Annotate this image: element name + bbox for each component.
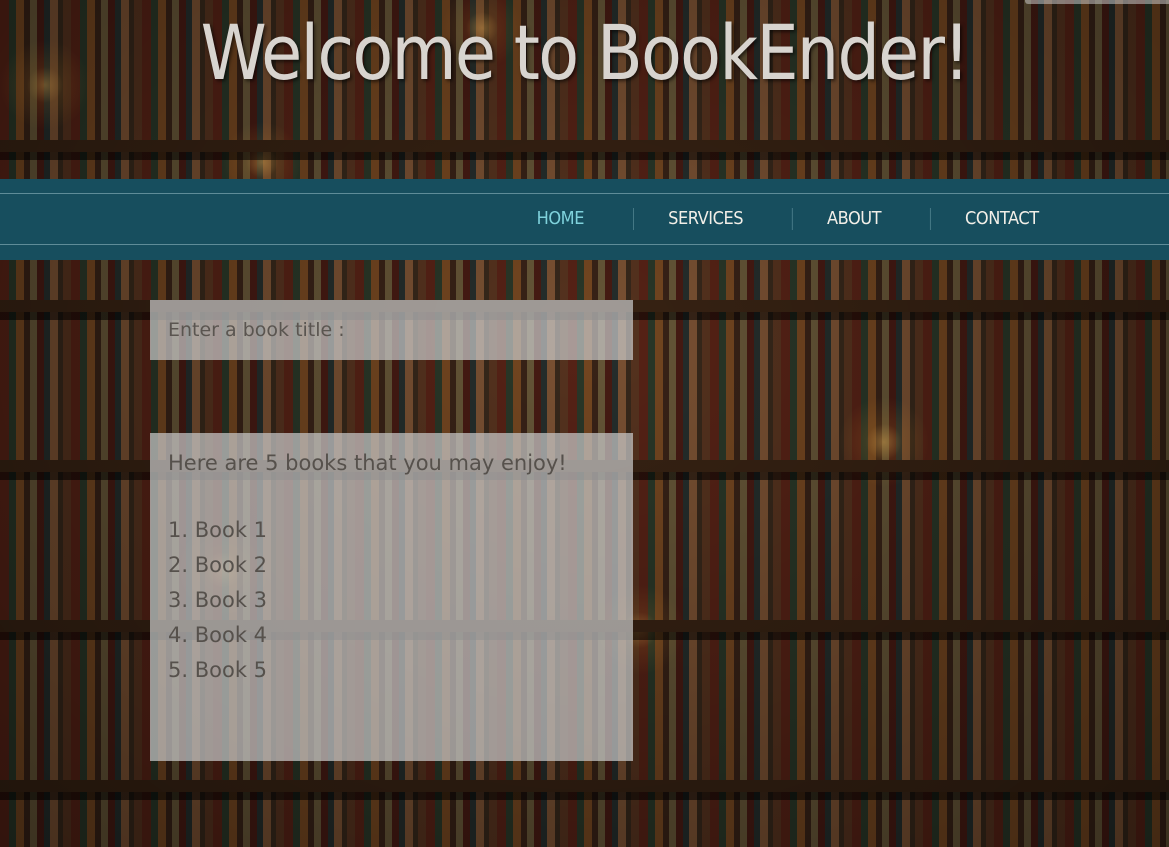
main-nav-list: HOME SERVICES ABOUT CONTACT xyxy=(496,194,1081,244)
recommendations-panel: Here are 5 books that you may enjoy! 1. … xyxy=(150,433,633,761)
nav-item-home[interactable]: HOME xyxy=(502,208,618,230)
nav-item-services[interactable]: SERVICES xyxy=(632,208,777,230)
book-list-item: 4. Book 4 xyxy=(168,623,268,647)
main-nav-inner: HOME SERVICES ABOUT CONTACT xyxy=(0,193,1169,245)
search-panel xyxy=(150,300,633,360)
recommendations-heading: Here are 5 books that you may enjoy! xyxy=(168,451,567,475)
book-list-item: 3. Book 3 xyxy=(168,588,268,612)
main-nav-bar: HOME SERVICES ABOUT CONTACT xyxy=(0,179,1169,260)
book-list-item: 2. Book 2 xyxy=(168,553,268,577)
nav-item-about[interactable]: ABOUT xyxy=(791,208,915,230)
book-list-item: 1. Book 1 xyxy=(168,518,268,542)
book-list-item: 5. Book 5 xyxy=(168,658,268,682)
book-title-input[interactable] xyxy=(150,300,633,360)
corner-tab xyxy=(1025,0,1169,4)
site-title: Welcome to BookEnder! xyxy=(200,8,970,97)
nav-item-contact[interactable]: CONTACT xyxy=(930,208,1073,230)
book-list: 1. Book 1 2. Book 2 3. Book 3 4. Book 4 … xyxy=(168,513,615,688)
